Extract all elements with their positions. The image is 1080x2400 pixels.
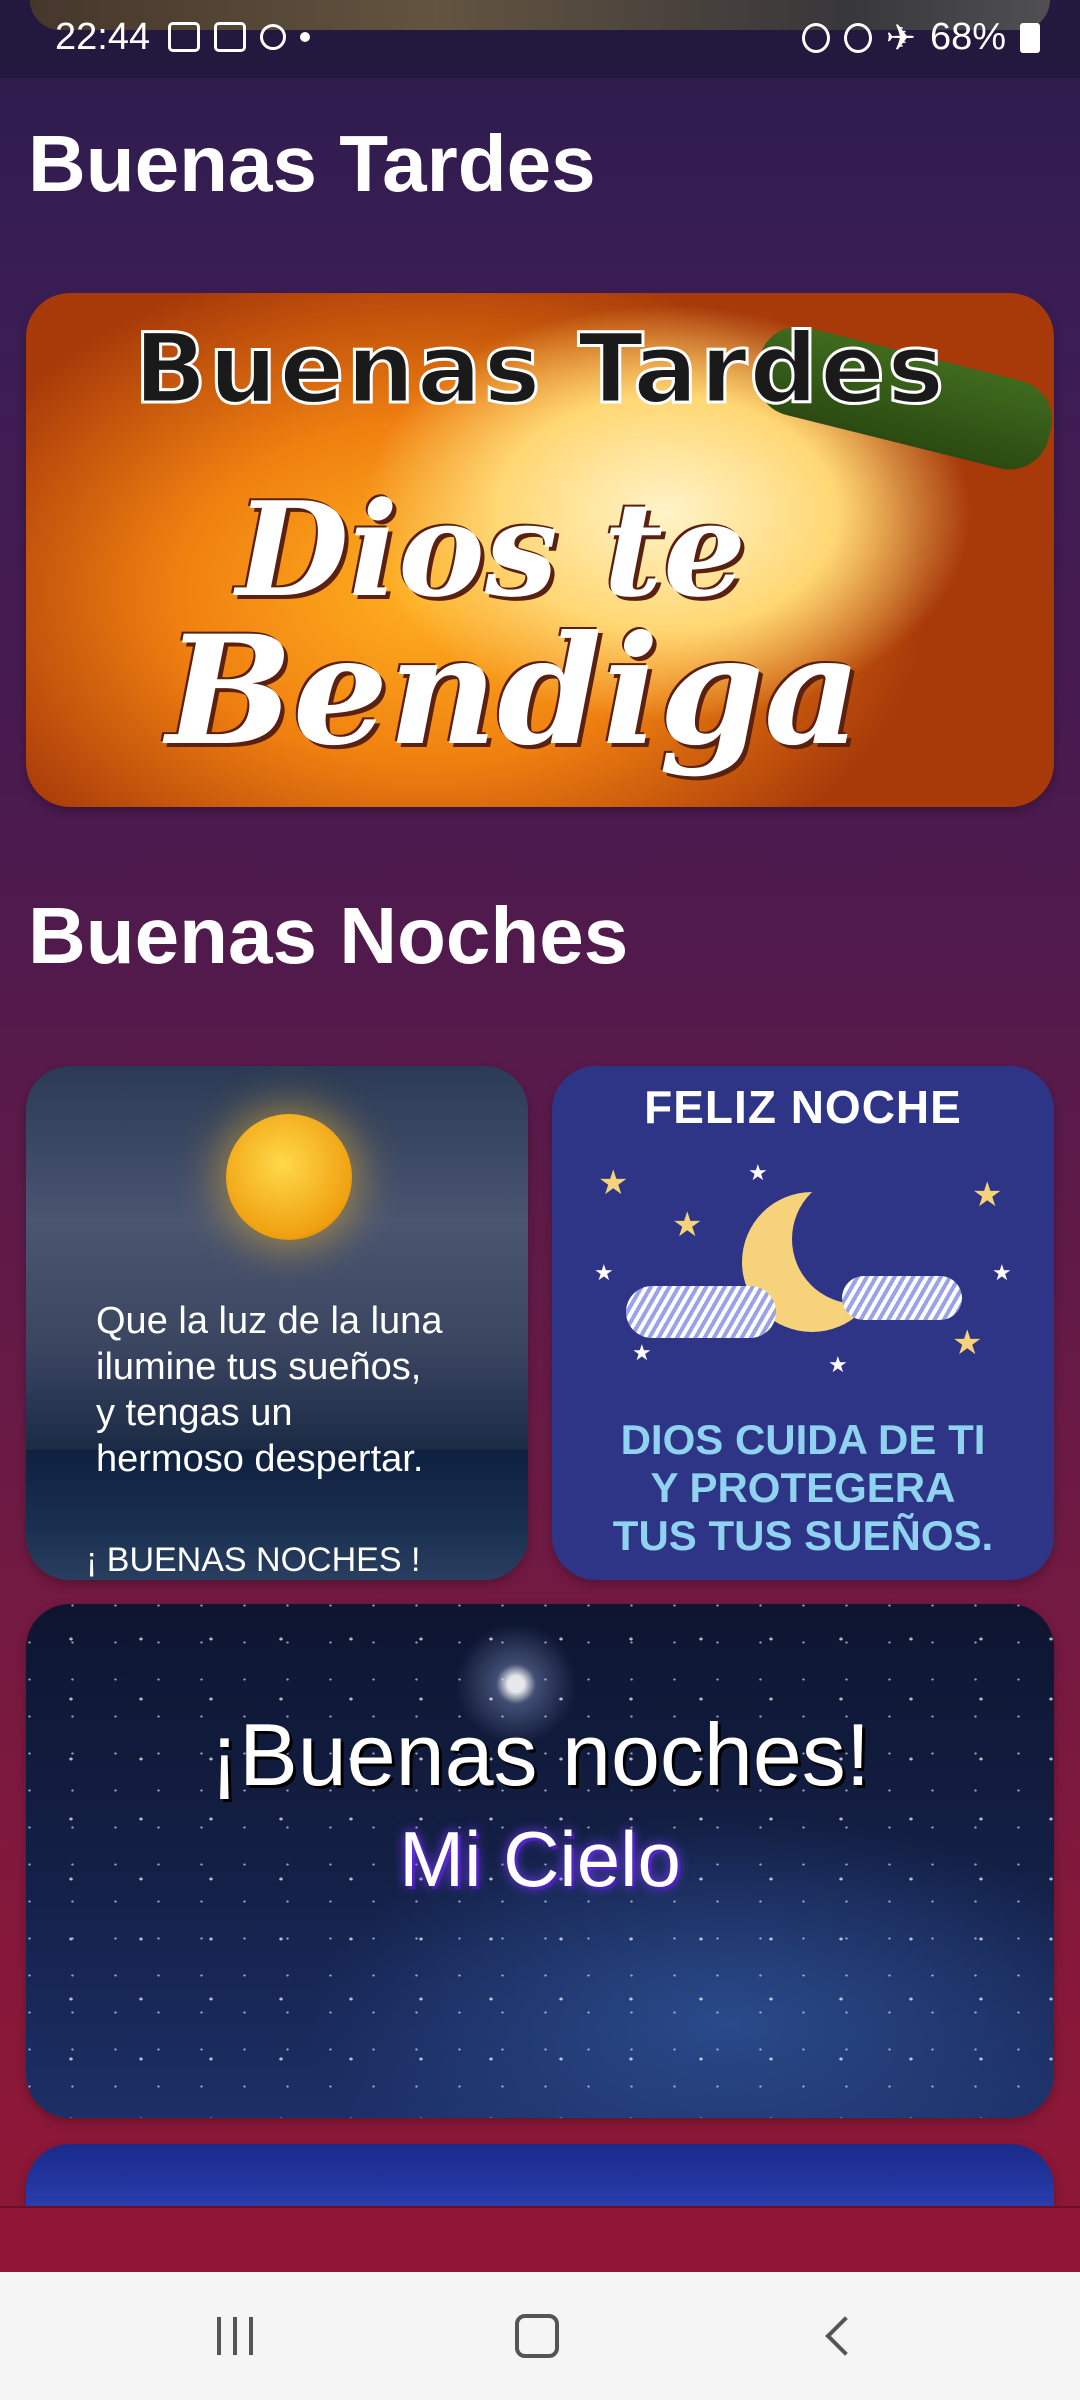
home-button[interactable] [457,2272,617,2400]
recents-button[interactable] [155,2272,315,2400]
voicemail-icon [214,22,246,52]
star-icon: ★ [972,1176,1003,1214]
card-text-line1: Buenas Tardes [132,312,947,427]
recents-icon [217,2317,253,2355]
status-right-icons: ✈ 68% [801,16,1040,59]
airplane-icon: ✈ [885,16,916,58]
app-icon [260,24,286,50]
cloud-icon [626,1286,776,1338]
gallery-icon [168,22,200,52]
status-bar: 22:44 ✈ 68% [0,0,1080,78]
image-card-luna[interactable]: Que la luz de la luna ilumine tus sueños… [26,1066,528,1580]
image-card-feliz-noche[interactable]: FELIZ NOCHE ★ ★ ★ ★ ★ ★ ★ ★ ★ ★ DIOS CUI… [552,1066,1054,1580]
star-icon: ★ [672,1206,703,1244]
system-nav-bar [0,2272,1080,2400]
star-icon: ★ [594,1260,614,1285]
image-card-tardes[interactable]: Buenas Tardes Dios te Bendiga [26,293,1054,807]
moon-icon [226,1114,352,1240]
cloud-icon [842,1276,962,1320]
card-sign: ¡ BUENAS NOCHES ! [86,1541,421,1579]
card-text-line3: Bendiga [166,603,862,779]
back-button[interactable] [760,2272,920,2400]
data-saver-icon [801,22,830,53]
battery-icon [1020,22,1040,53]
alarm-icon [843,22,872,53]
status-left-icons [168,22,310,52]
card-quote: Que la luz de la luna ilumine tus sueños… [96,1300,443,1480]
bottom-band [0,2206,1080,2274]
section-title-noches: Buenas Noches [28,891,629,980]
card-text-line2: Mi Cielo [399,1815,681,1903]
image-card-mi-cielo[interactable]: ¡Buenas noches! Mi Cielo [26,1604,1054,2118]
status-time: 22:44 [55,16,151,58]
section-title-tardes: Buenas Tardes [28,119,596,208]
home-icon [515,2314,559,2358]
star-icon: ★ [992,1260,1012,1285]
card-body-text: DIOS CUIDA DE TI Y PROTEGERA TUS TUS SUE… [612,1416,994,1559]
card-text-line1: ¡Buenas noches! [209,1705,871,1804]
star-icon: ★ [632,1340,652,1365]
star-icon: ★ [828,1352,848,1377]
star-icon: ★ [748,1160,768,1185]
card-title: FELIZ NOCHE [644,1081,962,1133]
notification-dot-icon [300,32,310,42]
back-icon [825,2316,865,2356]
star-icon: ★ [598,1164,629,1202]
battery-percent: 68% [929,16,1006,58]
star-icon: ★ [952,1324,983,1362]
